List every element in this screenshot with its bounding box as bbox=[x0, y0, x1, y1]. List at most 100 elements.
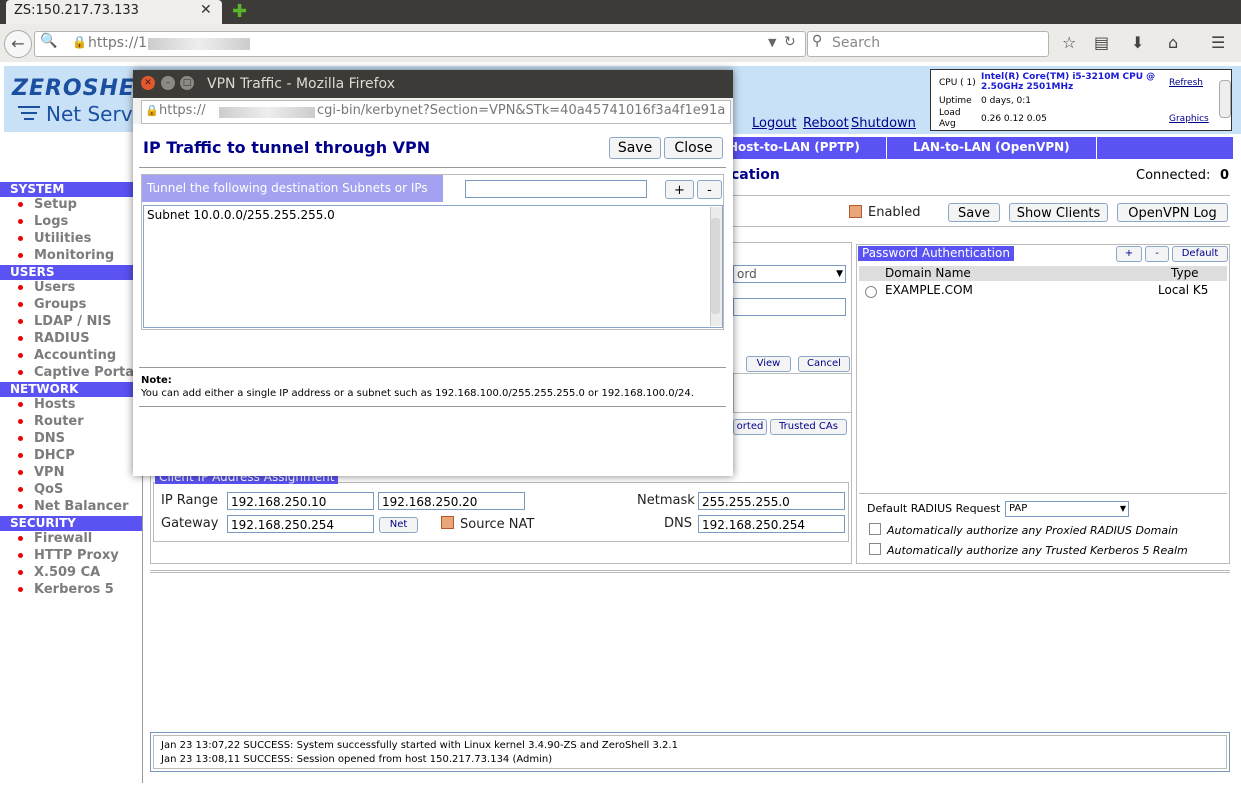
section-heading: cation bbox=[731, 167, 780, 183]
back-icon[interactable]: ← bbox=[4, 30, 32, 58]
show-clients-button[interactable]: Show Clients bbox=[1009, 203, 1108, 222]
cpu-scrollbar[interactable] bbox=[1219, 80, 1231, 118]
sidebar-item-label: Kerberos 5 bbox=[34, 582, 114, 597]
gateway-label: Gateway bbox=[161, 516, 219, 531]
sidebar-item-label: Users bbox=[34, 280, 76, 295]
logout-link[interactable]: Logout bbox=[752, 116, 797, 131]
sidebar-item-radius[interactable]: RADIUS bbox=[18, 331, 90, 346]
tab-close-icon[interactable]: ✕ bbox=[200, 2, 212, 18]
remove-subnet-button[interactable]: - bbox=[697, 180, 722, 199]
connected-count: 0 bbox=[1220, 168, 1230, 183]
reading-list-icon[interactable]: ▤ bbox=[1094, 33, 1109, 52]
sidebar-item-users[interactable]: Users bbox=[18, 280, 75, 295]
maximize-icon[interactable]: □ bbox=[180, 76, 194, 90]
refresh-link[interactable]: Refresh bbox=[1169, 78, 1203, 88]
trusted-cas-button[interactable]: Trusted CAs bbox=[770, 419, 847, 435]
sidebar-item-logs[interactable]: Logs bbox=[18, 214, 68, 229]
sidebar-section-security: SECURITY bbox=[0, 516, 142, 531]
imported-button[interactable]: orted bbox=[733, 419, 767, 435]
home-icon[interactable]: ⌂ bbox=[1168, 33, 1178, 52]
add-subnet-button[interactable]: + bbox=[665, 180, 694, 199]
new-tab-icon[interactable]: ✚ bbox=[232, 1, 247, 22]
sidebar-item-captive-portal[interactable]: Captive Portal bbox=[18, 365, 138, 380]
sidebar-item-vpn[interactable]: VPN bbox=[18, 465, 64, 480]
sidebar-item-dhcp[interactable]: DHCP bbox=[18, 448, 75, 463]
connected-label: Connected: bbox=[1136, 168, 1211, 183]
dropdown-icon[interactable]: ▼ bbox=[768, 36, 776, 49]
default-domain-button[interactable]: Default bbox=[1172, 246, 1228, 262]
openvpn-log-button[interactable]: OpenVPN Log bbox=[1117, 203, 1228, 222]
sidebar-item-kerberos[interactable]: Kerberos 5 bbox=[18, 582, 114, 597]
minimize-icon[interactable]: – bbox=[161, 76, 175, 90]
source-nat-label: Source NAT bbox=[460, 517, 535, 532]
divider bbox=[150, 572, 1230, 573]
auto-proxied-checkbox[interactable] bbox=[869, 523, 881, 535]
domain-name-cell: EXAMPLE.COM bbox=[885, 283, 973, 297]
chevron-down-icon: ▼ bbox=[1119, 504, 1126, 513]
tab-lan-to-lan[interactable]: LAN-to-LAN (OpenVPN) bbox=[913, 140, 1070, 154]
sidebar-item-setup[interactable]: Setup bbox=[18, 197, 77, 212]
sidebar-item-label: Net Balancer bbox=[34, 499, 129, 514]
sidebar-item-http-proxy[interactable]: HTTP Proxy bbox=[18, 548, 119, 563]
source-nat-checkbox[interactable] bbox=[441, 516, 454, 529]
close-icon[interactable]: ✕ bbox=[141, 76, 155, 90]
reload-icon[interactable]: ↻ bbox=[784, 34, 796, 50]
auth-select[interactable]: ord ▼ bbox=[733, 265, 846, 283]
sidebar-item-dns[interactable]: DNS bbox=[18, 431, 65, 446]
config-input[interactable] bbox=[733, 298, 846, 316]
gateway-input[interactable]: 192.168.250.254 bbox=[227, 515, 374, 533]
enabled-checkbox[interactable] bbox=[849, 205, 862, 218]
cancel-button[interactable]: Cancel bbox=[798, 356, 850, 372]
default-radius-select[interactable]: PAP ▼ bbox=[1005, 501, 1129, 517]
list-item[interactable]: Subnet 10.0.0.0/255.255.255.0 bbox=[147, 208, 335, 222]
default-radius-label: Default RADIUS Request bbox=[867, 502, 1001, 515]
subnets-list[interactable] bbox=[143, 205, 723, 328]
ip-range-from-input[interactable]: 192.168.250.10 bbox=[227, 492, 374, 510]
menu-icon[interactable]: ☰ bbox=[1211, 33, 1225, 52]
dns-input[interactable]: 192.168.250.254 bbox=[698, 515, 845, 533]
col-domain-name: Domain Name bbox=[885, 266, 971, 280]
ip-range-to-input[interactable]: 192.168.250.20 bbox=[378, 492, 525, 510]
dialog-close-button[interactable]: Close bbox=[664, 137, 723, 159]
shutdown-link[interactable]: Shutdown bbox=[851, 116, 916, 131]
auto-kerberos-checkbox[interactable] bbox=[869, 543, 881, 555]
domain-radio[interactable] bbox=[865, 286, 877, 298]
sidebar-item-router[interactable]: Router bbox=[18, 414, 84, 429]
divider bbox=[139, 167, 726, 168]
reboot-link[interactable]: Reboot bbox=[803, 116, 849, 131]
dialog-url-prefix: https:// bbox=[159, 103, 206, 118]
sidebar-item-label: Logs bbox=[34, 214, 69, 229]
remove-domain-button[interactable]: - bbox=[1145, 246, 1169, 262]
search-input[interactable]: Search bbox=[832, 35, 880, 51]
netmask-input[interactable]: 255.255.255.0 bbox=[698, 492, 845, 510]
sidebar-item-x509-ca[interactable]: X.509 CA bbox=[18, 565, 100, 580]
bookmark-star-icon[interactable]: ☆ bbox=[1062, 33, 1076, 52]
download-icon[interactable]: ⬇ bbox=[1131, 33, 1144, 52]
log-line: Jan 23 13:08,11 SUCCESS: Session opened … bbox=[161, 754, 553, 765]
subnet-input[interactable] bbox=[465, 180, 647, 198]
sidebar-item-label: RADIUS bbox=[34, 331, 90, 346]
sidebar-item-monitoring[interactable]: Monitoring bbox=[18, 248, 114, 263]
sidebar-item-hosts[interactable]: Hosts bbox=[18, 397, 76, 412]
view-button[interactable]: View bbox=[746, 356, 791, 372]
sidebar-item-qos[interactable]: QoS bbox=[18, 482, 63, 497]
auth-select-value: ord bbox=[737, 267, 757, 281]
search-icon: ⚲ bbox=[812, 33, 823, 49]
tab-host-to-lan[interactable]: Host-to-LAN (PPTP) bbox=[728, 140, 860, 154]
site-identity-icon[interactable]: 🔍 bbox=[40, 33, 57, 49]
scroll-thumb[interactable] bbox=[711, 218, 720, 314]
sidebar-item-firewall[interactable]: Firewall bbox=[18, 531, 92, 546]
add-domain-button[interactable]: + bbox=[1116, 246, 1142, 262]
sidebar-item-accounting[interactable]: Accounting bbox=[18, 348, 116, 363]
sidebar-item-ldap[interactable]: LDAP / NIS bbox=[18, 314, 112, 329]
subnets-label: Tunnel the following destination Subnets… bbox=[147, 181, 428, 195]
sidebar-item-utilities[interactable]: Utilities bbox=[18, 231, 91, 246]
dialog-save-button[interactable]: Save bbox=[609, 137, 661, 159]
sidebar-item-groups[interactable]: Groups bbox=[18, 297, 86, 312]
load-label: Load Avg bbox=[939, 108, 961, 129]
net-button[interactable]: Net bbox=[379, 517, 418, 533]
sidebar-section-system: SYSTEM bbox=[0, 182, 142, 197]
save-button[interactable]: Save bbox=[948, 203, 1000, 222]
graphics-link[interactable]: Graphics bbox=[1169, 114, 1209, 124]
sidebar-item-net-balancer[interactable]: Net Balancer bbox=[18, 499, 129, 514]
